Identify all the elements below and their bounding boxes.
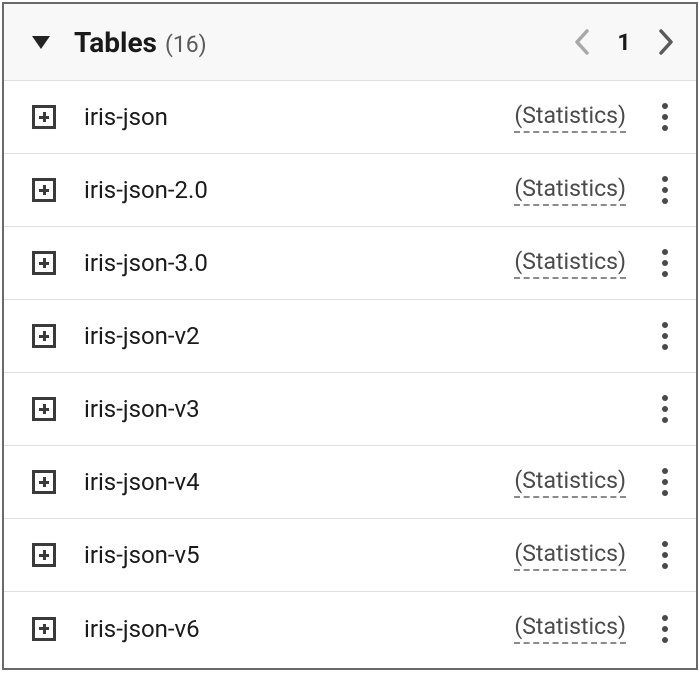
expand-plus-icon[interactable] xyxy=(32,397,56,421)
table-row: iris-json(Statistics) xyxy=(4,81,696,154)
table-row: iris-json-v3 xyxy=(4,373,696,446)
more-actions-icon[interactable] xyxy=(654,468,676,496)
table-list: iris-json(Statistics)iris-json-2.0(Stati… xyxy=(4,81,696,665)
more-actions-icon[interactable] xyxy=(654,395,676,423)
more-actions-icon[interactable] xyxy=(654,103,676,131)
more-actions-icon[interactable] xyxy=(654,541,676,569)
section-count: (16) xyxy=(165,31,207,58)
table-name[interactable]: iris-json-v3 xyxy=(84,395,503,423)
statistics-link[interactable]: (Statistics) xyxy=(514,467,626,498)
tables-header: Tables (16) 1 xyxy=(4,4,696,81)
expand-plus-icon[interactable] xyxy=(32,470,56,494)
next-page-button[interactable] xyxy=(658,29,674,55)
title-group: Tables (16) xyxy=(74,26,574,59)
more-actions-icon[interactable] xyxy=(654,249,676,277)
statistics-link[interactable]: (Statistics) xyxy=(514,613,626,644)
collapse-caret-icon[interactable] xyxy=(32,36,50,49)
expand-plus-icon[interactable] xyxy=(32,617,56,641)
table-name[interactable]: iris-json-2.0 xyxy=(84,176,514,204)
table-name[interactable]: iris-json-3.0 xyxy=(84,249,514,277)
more-actions-icon[interactable] xyxy=(654,615,676,643)
table-name[interactable]: iris-json-v5 xyxy=(84,541,514,569)
statistics-link[interactable]: (Statistics) xyxy=(514,540,626,571)
expand-plus-icon[interactable] xyxy=(32,251,56,275)
table-row: iris-json-v2 xyxy=(4,300,696,373)
more-actions-icon[interactable] xyxy=(654,176,676,204)
expand-plus-icon[interactable] xyxy=(32,324,56,348)
expand-plus-icon[interactable] xyxy=(32,105,56,129)
statistics-link[interactable]: (Statistics) xyxy=(514,102,626,133)
table-name[interactable]: iris-json-v4 xyxy=(84,468,514,496)
table-name[interactable]: iris-json-v6 xyxy=(84,615,514,643)
statistics-link[interactable]: (Statistics) xyxy=(514,248,626,279)
table-name[interactable]: iris-json xyxy=(84,103,514,131)
tables-panel: Tables (16) 1 iris-json(Statistics)iris-… xyxy=(2,2,698,670)
table-row: iris-json-v4(Statistics) xyxy=(4,446,696,519)
table-row: iris-json-v5(Statistics) xyxy=(4,519,696,592)
table-name[interactable]: iris-json-v2 xyxy=(84,322,503,350)
table-row: iris-json-3.0(Statistics) xyxy=(4,227,696,300)
expand-plus-icon[interactable] xyxy=(32,543,56,567)
expand-plus-icon[interactable] xyxy=(32,178,56,202)
more-actions-icon[interactable] xyxy=(654,322,676,350)
statistics-link[interactable]: (Statistics) xyxy=(514,175,626,206)
current-page-number: 1 xyxy=(616,29,632,56)
table-row: iris-json-2.0(Statistics) xyxy=(4,154,696,227)
section-title: Tables xyxy=(74,26,157,59)
table-row: iris-json-v6(Statistics) xyxy=(4,592,696,665)
prev-page-button[interactable] xyxy=(574,29,590,55)
pagination: 1 xyxy=(574,29,674,56)
